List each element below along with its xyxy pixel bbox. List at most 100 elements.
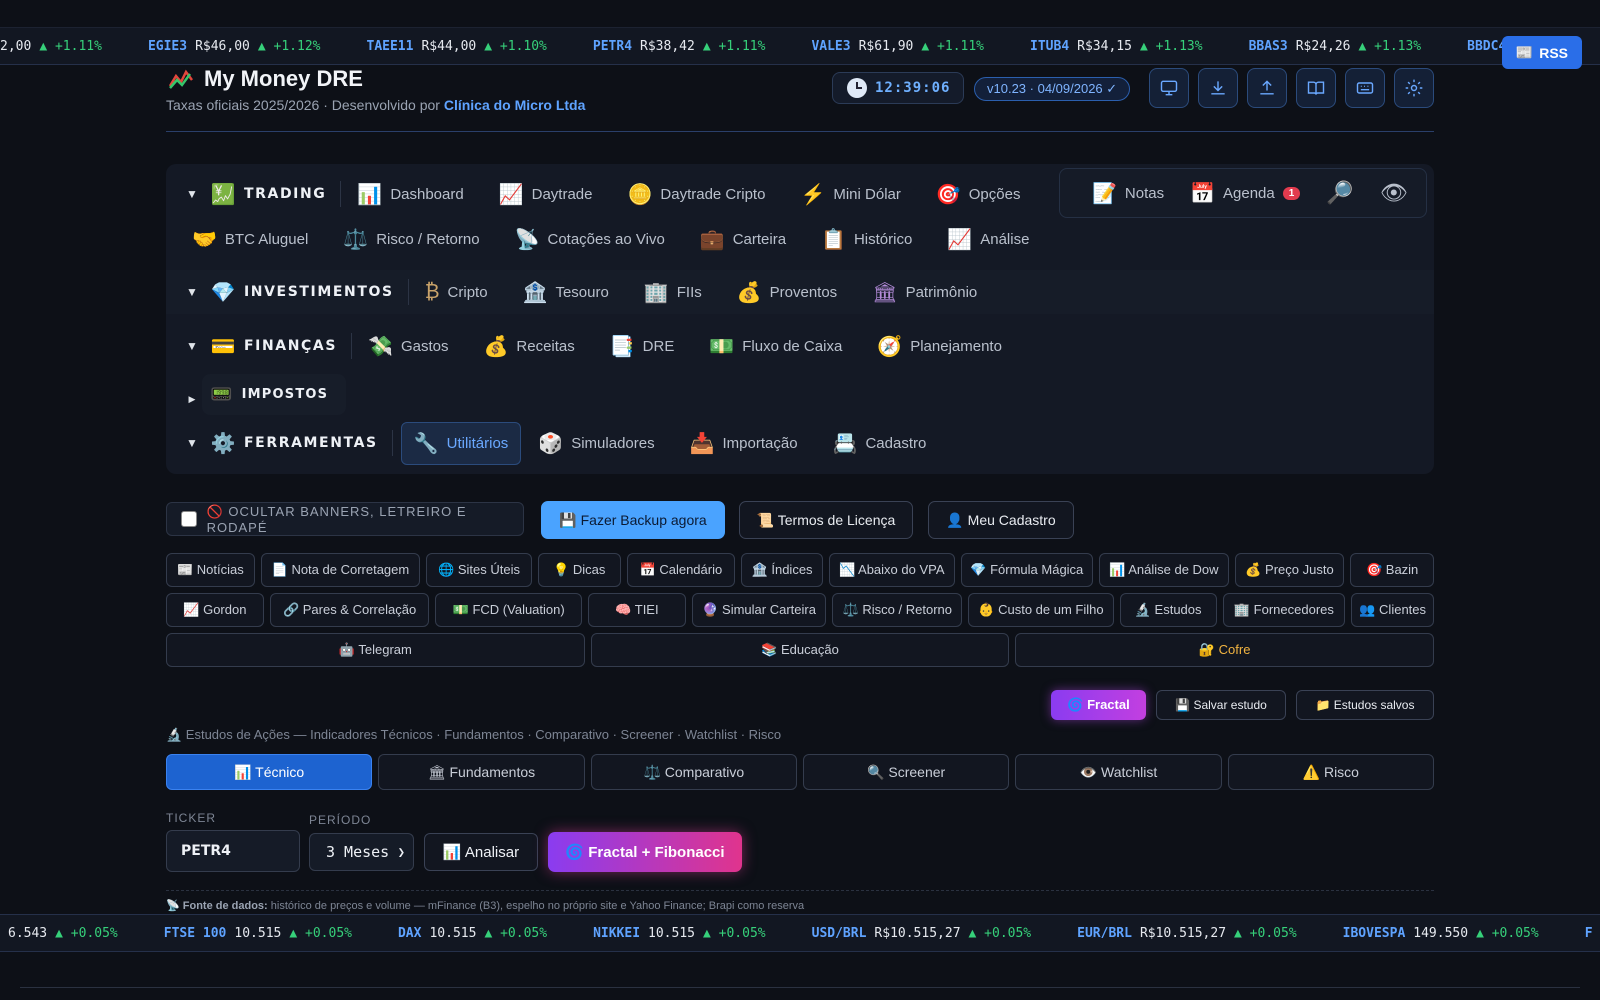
section-label-financas[interactable]: FINANÇAS: [244, 338, 337, 354]
nav-item-simuladores[interactable]: 🎲 Simuladores: [534, 425, 658, 462]
util-gordon[interactable]: 📈 Gordon: [166, 593, 264, 627]
util-calendario[interactable]: 📅 Calendário: [626, 553, 736, 587]
nav-item-dre[interactable]: 📑 DRE: [606, 328, 679, 365]
saved-studies-button[interactable]: 📁 Estudos salvos: [1296, 690, 1434, 720]
util-preco-justo[interactable]: 💰 Preço Justo: [1234, 553, 1345, 587]
classical-building-icon: 🏛: [872, 281, 898, 304]
tab-screener[interactable]: 🔍 Screener: [802, 754, 1010, 790]
util-analise-dow[interactable]: 📊 Análise de Dow: [1099, 553, 1229, 587]
notas-button[interactable]: 📝 Notas: [1092, 181, 1164, 206]
fractal-fibonacci-button[interactable]: 🌀 Fractal + Fibonacci: [548, 832, 742, 872]
util-noticias[interactable]: 📰 Notícias: [166, 553, 255, 587]
section-label-investimentos[interactable]: INVESTIMENTOS: [244, 284, 394, 300]
nav-item-tesouro[interactable]: 🏦 Tesouro: [519, 274, 613, 311]
nav-item-dashboard[interactable]: 📊 Dashboard: [353, 176, 467, 213]
fractal-button[interactable]: 🌀 Fractal: [1051, 690, 1146, 720]
subtitle: Taxas oficiais 2025/2026 · Desenvolvido …: [166, 97, 586, 113]
tab-tecnico[interactable]: 📊 Técnico: [166, 754, 373, 790]
util-cofre[interactable]: 🔐 Cofre: [1015, 633, 1435, 667]
tab-watchlist[interactable]: 👁️ Watchlist: [1015, 754, 1222, 790]
util-fornecedores[interactable]: 🏢 Fornecedores: [1222, 593, 1346, 627]
nav-item-analise[interactable]: 📈 Análise: [943, 221, 1033, 258]
handshake-icon: 🤝: [192, 228, 217, 251]
book-icon: [1307, 81, 1325, 95]
nav-item-mini-dolar[interactable]: ⚡ Mini Dólar: [796, 176, 904, 213]
money-bag-icon: 💰: [736, 281, 762, 304]
display-mode-button[interactable]: [1149, 68, 1189, 108]
settings-button[interactable]: [1394, 68, 1434, 108]
chevron-down-icon: ❯: [397, 845, 405, 859]
section-label-impostos[interactable]: 📟 IMPOSTOS: [202, 373, 347, 415]
nav-item-patrimonio[interactable]: 🏛 Patrimônio: [868, 274, 981, 311]
ticker-input[interactable]: PETR4: [166, 830, 300, 872]
brand-link[interactable]: Clínica do Micro Ltda: [444, 97, 586, 113]
tab-fundamentos[interactable]: 🏛 Fundamentos: [378, 754, 585, 790]
nav-item-cripto[interactable]: ₿ Cripto: [421, 275, 492, 310]
nav-item-daytrade-cripto[interactable]: 🪙 Daytrade Cripto: [623, 176, 769, 213]
nav-item-receitas[interactable]: 💰 Receitas: [479, 328, 578, 365]
collapse-caret[interactable]: ▼: [182, 436, 202, 450]
analyze-button[interactable]: 📊 Analisar: [424, 833, 538, 871]
collapse-caret[interactable]: ▼: [182, 339, 202, 353]
nav-item-cotacoes[interactable]: 📡 Cotações ao Vivo: [511, 221, 669, 258]
util-tiei[interactable]: 🧠 TIEI: [588, 593, 686, 627]
rss-button[interactable]: 📰 RSS: [1501, 36, 1582, 69]
util-sites-uteis[interactable]: 🌐 Sites Úteis: [426, 553, 532, 587]
nav-item-risco-retorno[interactable]: ⚖️ Risco / Retorno: [339, 221, 483, 258]
nav-item-importacao[interactable]: 📥 Importação: [686, 425, 802, 462]
upload-button[interactable]: [1247, 68, 1287, 108]
util-nota-corretagem[interactable]: 📄 Nota de Corretagem: [260, 553, 421, 587]
util-bazin[interactable]: 🎯 Bazin: [1350, 553, 1434, 587]
nav-item-utilitarios[interactable]: 🔧 Utilitários: [400, 421, 522, 465]
agenda-button[interactable]: 📅 Agenda 1: [1190, 181, 1301, 206]
nav-item-daytrade[interactable]: 📈 Daytrade: [495, 176, 597, 213]
upload-icon: [1260, 80, 1274, 95]
hide-banners-toggle[interactable]: 🚫 OCULTAR BANNERS, LETREIRO E RODAPÉ: [166, 502, 524, 536]
nav-item-cadastro[interactable]: 📇 Cadastro: [829, 425, 931, 462]
util-educacao[interactable]: 📚 Educação: [590, 633, 1010, 667]
section-label-ferramentas[interactable]: FERRAMENTAS: [244, 435, 378, 451]
backup-button[interactable]: 💾 Fazer Backup agora: [541, 501, 725, 539]
nav-item-carteira[interactable]: 💼 Carteira: [696, 221, 790, 258]
ticker-item: 6.543 ▲ +0.05%: [8, 925, 118, 941]
my-profile-button[interactable]: 👤 Meu Cadastro: [928, 501, 1074, 539]
download-button[interactable]: [1198, 68, 1238, 108]
divider: [391, 430, 393, 456]
wrench-icon: 🔧: [413, 432, 439, 455]
tab-risco[interactable]: ⚠️ Risco: [1227, 754, 1434, 790]
nav-item-opcoes[interactable]: 🎯 Opções: [932, 176, 1025, 213]
tab-comparativo[interactable]: ⚖️ Comparativo: [590, 754, 797, 790]
privacy-toggle[interactable]: 👁: [1380, 180, 1408, 206]
search-button[interactable]: 🔎: [1326, 180, 1353, 206]
divider: [340, 181, 342, 207]
expand-caret[interactable]: ▶: [182, 394, 202, 405]
nav-item-fluxo-caixa[interactable]: 💵 Fluxo de Caixa: [705, 328, 846, 365]
util-telegram[interactable]: 🤖 Telegram: [166, 633, 585, 667]
util-risco-retorno[interactable]: ⚖️ Risco / Retorno: [832, 593, 963, 627]
section-label-trading[interactable]: TRADING: [244, 186, 326, 202]
util-custo-filho[interactable]: 👶 Custo de um Filho: [968, 593, 1114, 627]
hide-banners-checkbox[interactable]: [181, 511, 197, 527]
nav-item-proventos[interactable]: 💰 Proventos: [733, 274, 841, 311]
util-estudos[interactable]: 🔬 Estudos: [1119, 593, 1217, 627]
nav-item-btc-aluguel[interactable]: 🤝 BTC Aluguel: [188, 221, 312, 258]
util-fcd-valuation[interactable]: 💵 FCD (Valuation): [435, 593, 583, 627]
nav-item-historico[interactable]: 📋 Histórico: [817, 221, 916, 258]
collapse-caret[interactable]: ▼: [182, 285, 202, 299]
manual-button[interactable]: [1296, 68, 1336, 108]
period-select[interactable]: 3 Meses ❯: [309, 833, 414, 871]
util-pares-correlacao[interactable]: 🔗 Pares & Correlação: [269, 593, 430, 627]
save-study-button[interactable]: 💾 Salvar estudo: [1156, 690, 1286, 720]
collapse-caret[interactable]: ▼: [182, 187, 202, 201]
util-abaixo-vpa[interactable]: 📉 Abaixo do VPA: [828, 553, 955, 587]
util-simular-carteira[interactable]: 🔮 Simular Carteira: [691, 593, 827, 627]
nav-item-fiis[interactable]: 🏢 FIIs: [640, 274, 706, 311]
shortcuts-button[interactable]: [1345, 68, 1385, 108]
util-indices[interactable]: 🏦 Índices: [741, 553, 823, 587]
license-button[interactable]: 📜 Termos de Licença: [739, 501, 913, 539]
nav-item-gastos[interactable]: 💸 Gastos: [364, 328, 452, 365]
nav-item-planejamento[interactable]: 🧭 Planejamento: [873, 328, 1006, 365]
util-clientes[interactable]: 👥 Clientes: [1351, 593, 1435, 627]
util-dicas[interactable]: 💡 Dicas: [537, 553, 621, 587]
util-formula-magica[interactable]: 💎 Fórmula Mágica: [960, 553, 1094, 587]
